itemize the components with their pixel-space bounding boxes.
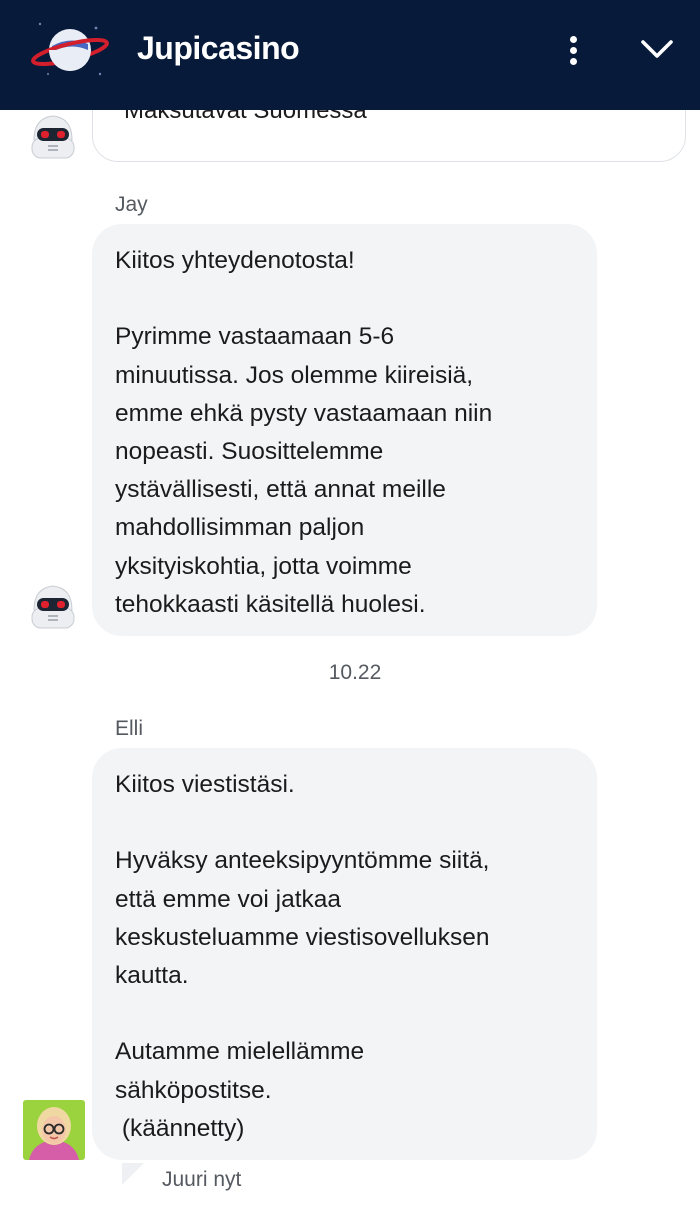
message-text: Kiitos yhteydenotosta! Pyrimme vastaamaa… [115, 247, 493, 618]
planet-logo-icon [31, 22, 109, 76]
message-bubble-elli: Kiitos viestistäsi. Hyväksy anteeksipyyn… [92, 748, 597, 1160]
message-status: Juuri nyt [162, 1168, 242, 1191]
bot-avatar [31, 585, 75, 629]
sender-name-elli: Elli [115, 717, 144, 740]
more-vertical-icon [570, 36, 577, 43]
sender-name-jay: Jay [115, 193, 148, 216]
chat-header: Jupicasino [0, 0, 700, 110]
bot-avatar [31, 115, 75, 159]
message-text: Maksutavat Suomessa [124, 110, 367, 124]
agent-avatar [23, 1100, 85, 1160]
chevron-down-icon[interactable] [638, 34, 676, 64]
message-text: Kiitos viestistäsi. Hyväksy anteeksipyyn… [115, 771, 490, 1142]
message-timestamp: 10.22 [328, 661, 382, 684]
app-title: Jupicasino [137, 30, 300, 66]
more-options-button[interactable] [556, 32, 592, 68]
message-tail-icon [122, 1163, 144, 1185]
chat-messages[interactable]: Maksutavat Suomessa Jay Kiitos yhteydeno… [0, 110, 700, 1218]
message-bubble-jay: Kiitos yhteydenotosta! Pyrimme vastaamaa… [92, 224, 597, 636]
message-bubble-previous: Maksutavat Suomessa [92, 110, 686, 162]
